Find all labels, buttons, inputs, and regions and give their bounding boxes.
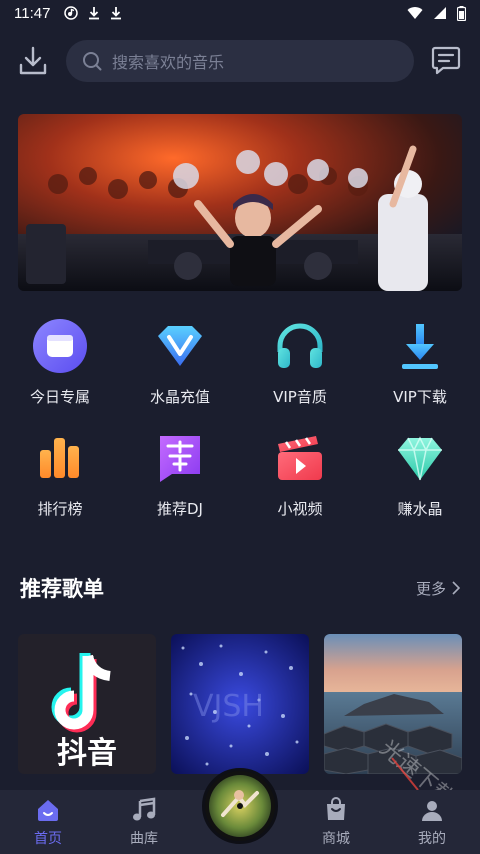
search-placeholder: 搜索喜欢的音乐: [112, 53, 225, 72]
today-exclusive-icon: [33, 319, 87, 373]
video-icon: [278, 436, 322, 480]
search-input[interactable]: 搜索喜欢的音乐: [66, 40, 414, 82]
download-icon: [89, 7, 100, 20]
playlist-cover-image: VJSH: [171, 634, 309, 774]
more-link[interactable]: 更多: [416, 578, 460, 599]
signal-icon: [434, 7, 446, 19]
quick-item-label: 水晶充值: [149, 388, 210, 406]
download-icon: [19, 46, 47, 75]
chart-icon: [40, 438, 79, 478]
profile-icon: [422, 801, 442, 821]
quick-item-label: 推荐DJ: [157, 500, 203, 518]
top-bar: 搜索喜欢的音乐: [0, 38, 480, 84]
battery-icon: [457, 5, 466, 21]
quick-item-label: 今日专属: [29, 388, 90, 406]
tab-label: 首页: [34, 831, 62, 847]
shop-icon: [327, 797, 345, 820]
crystal-recharge-icon: [158, 326, 202, 366]
playlist-card-blue-lights[interactable]: VJSH: [171, 634, 309, 774]
quick-item-label: VIP音质: [273, 388, 327, 406]
quick-item-charts[interactable]: 排行榜: [0, 430, 120, 542]
music-library-icon: [133, 797, 156, 821]
download-manager-button[interactable]: [16, 44, 50, 78]
music-notification-icon: [64, 6, 79, 20]
quick-item-label: VIP下载: [393, 388, 447, 406]
download-icon: [402, 324, 438, 369]
tab-music-library[interactable]: 曲库: [96, 790, 192, 854]
quick-item-label: 小视频: [277, 500, 323, 518]
tab-profile[interactable]: 我的: [384, 790, 480, 854]
tab-shop[interactable]: 商城: [288, 790, 384, 854]
tab-label: 我的: [418, 831, 446, 847]
wifi-icon: [407, 6, 423, 19]
quick-item-recommend-dj[interactable]: 推荐DJ: [120, 430, 240, 542]
diamond-icon: [398, 436, 442, 481]
tab-label: 商城: [322, 831, 350, 847]
search-icon: [83, 52, 102, 71]
banner-carousel[interactable]: [18, 114, 462, 291]
messages-button[interactable]: [430, 44, 462, 76]
headphones-icon: [277, 323, 323, 368]
quick-item-vip-quality[interactable]: VIP音质: [240, 318, 360, 430]
banner-image: [18, 114, 462, 291]
quick-item-vip-download[interactable]: VIP下载: [360, 318, 480, 430]
chevron-right-icon: [452, 581, 460, 595]
quick-item-short-video[interactable]: 小视频: [240, 430, 360, 542]
recommend-playlists-header: 推荐歌单 更多: [20, 570, 460, 606]
recommend-dj-icon: [160, 436, 200, 482]
section-title: 推荐歌单: [20, 577, 104, 601]
status-time: 11:47: [14, 4, 51, 22]
svg-text:VJSH: VJSH: [193, 689, 264, 724]
playlist-caption: 抖音: [57, 736, 117, 771]
playlist-card-douyin[interactable]: 抖音: [18, 634, 156, 774]
home-icon: [38, 800, 58, 821]
quick-item-today-exclusive[interactable]: 今日专属: [0, 318, 120, 430]
quick-item-earn-crystal[interactable]: 赚水晶: [360, 430, 480, 542]
quick-access-grid: 今日专属 水晶充值 VIP音质 VIP下载 排行榜 推荐DJ 小视频 赚水晶: [0, 318, 480, 542]
download-icon: [111, 7, 122, 20]
tab-label: 曲库: [130, 831, 158, 847]
quick-item-label: 排行榜: [37, 500, 83, 518]
tab-home[interactable]: 首页: [0, 790, 96, 854]
quick-item-label: 赚水晶: [397, 500, 443, 518]
now-playing-disc[interactable]: [202, 768, 278, 844]
message-icon: [431, 46, 461, 75]
status-bar: 11:47: [0, 0, 480, 26]
quick-item-crystal-recharge[interactable]: 水晶充值: [120, 318, 240, 430]
more-label: 更多: [415, 579, 446, 598]
now-playing-cover: [209, 775, 271, 837]
